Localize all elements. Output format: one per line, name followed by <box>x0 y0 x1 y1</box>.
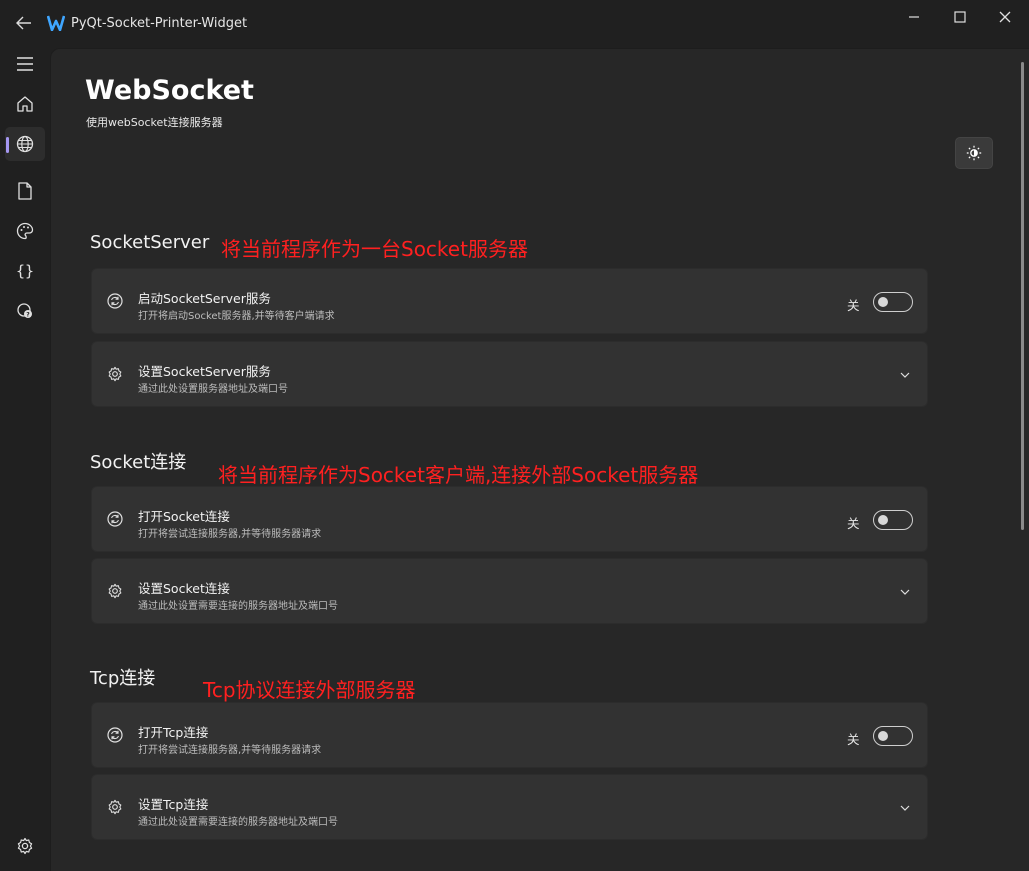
card-description: 打开将尝试连接服务器,并等待服务器请求 <box>138 745 322 756</box>
toggle-state-label: 关 <box>847 516 860 531</box>
maximize-icon[interactable] <box>944 6 976 28</box>
close-icon[interactable] <box>989 6 1021 28</box>
card-title: 打开Tcp连接 <box>138 725 209 740</box>
open-socket-toggle[interactable] <box>873 510 913 530</box>
section-title-socket-connection: Socket连接 <box>90 452 187 473</box>
nav-item-document[interactable] <box>5 174 45 208</box>
toggle-state-label: 关 <box>847 732 860 747</box>
chevron-down-icon[interactable] <box>898 801 912 815</box>
sync-icon <box>106 292 124 310</box>
nav-item-home[interactable] <box>5 87 45 121</box>
nav-item-websocket[interactable] <box>5 127 45 161</box>
section-annotation: 将当前程序作为一台Socket服务器 <box>221 237 528 261</box>
card-title: 设置SocketServer服务 <box>138 364 271 379</box>
toggle-state-label: 关 <box>847 298 860 313</box>
scrollbar[interactable] <box>1021 62 1024 530</box>
toggle-knob <box>878 297 888 307</box>
minimize-icon[interactable] <box>898 6 930 28</box>
setting-card-open-tcp: 打开Tcp连接 打开将尝试连接服务器,并等待服务器请求 关 <box>91 702 928 768</box>
section-title-tcp-connection: Tcp连接 <box>90 668 156 689</box>
card-title: 启动SocketServer服务 <box>138 291 271 306</box>
page-title: WebSocket <box>85 75 254 106</box>
setting-card-open-socket: 打开Socket连接 打开将尝试连接服务器,并等待服务器请求 关 <box>91 486 928 552</box>
card-description: 通过此处设置服务器地址及端口号 <box>138 384 288 395</box>
card-description: 通过此处设置需要连接的服务器地址及端口号 <box>138 601 338 612</box>
sync-icon <box>106 510 124 528</box>
nav-active-indicator <box>6 137 9 153</box>
settings-icon <box>17 837 33 855</box>
chat-help-icon: ? <box>17 303 32 319</box>
nav-item-settings[interactable] <box>5 829 45 863</box>
theme-toggle-button[interactable] <box>955 137 993 169</box>
code-braces-icon: {} <box>16 262 34 280</box>
home-icon <box>17 96 33 112</box>
toggle-knob <box>878 515 888 525</box>
sync-icon <box>106 726 124 744</box>
section-annotation: 将当前程序作为Socket客户端,连接外部Socket服务器 <box>218 463 699 487</box>
svg-text:?: ? <box>26 312 30 319</box>
chevron-down-icon[interactable] <box>898 368 912 382</box>
open-tcp-toggle[interactable] <box>873 726 913 746</box>
setting-card-server-settings[interactable]: 设置SocketServer服务 通过此处设置服务器地址及端口号 <box>91 341 928 407</box>
card-description: 打开将启动Socket服务器,并等待客户端请求 <box>138 311 335 322</box>
setting-card-start-server: 启动SocketServer服务 打开将启动Socket服务器,并等待客户端请求… <box>91 268 928 334</box>
palette-icon <box>16 222 34 240</box>
window-title: PyQt-Socket-Printer-Widget <box>71 16 248 31</box>
back-arrow-icon[interactable] <box>13 12 35 34</box>
title-bar: PyQt-Socket-Printer-Widget <box>0 0 1029 48</box>
chevron-down-icon[interactable] <box>898 585 912 599</box>
setting-card-socket-settings[interactable]: 设置Socket连接 通过此处设置需要连接的服务器地址及端口号 <box>91 558 928 624</box>
card-description: 打开将尝试连接服务器,并等待服务器请求 <box>138 529 322 540</box>
globe-icon <box>16 135 34 153</box>
document-icon <box>18 182 32 200</box>
start-server-toggle[interactable] <box>873 292 913 312</box>
card-title: 打开Socket连接 <box>138 509 230 524</box>
toggle-knob <box>878 731 888 741</box>
card-description: 通过此处设置需要连接的服务器地址及端口号 <box>138 817 338 828</box>
nav-item-help[interactable]: ? <box>5 294 45 328</box>
gear-icon <box>106 798 124 816</box>
card-title: 设置Tcp连接 <box>138 797 209 812</box>
menu-icon[interactable] <box>5 47 45 81</box>
page-subtitle: 使用webSocket连接服务器 <box>86 116 223 129</box>
gear-icon <box>106 582 124 600</box>
section-title-socketserver: SocketServer <box>90 232 210 253</box>
svg-text:{}: {} <box>16 262 34 280</box>
app-logo-icon <box>46 15 66 32</box>
setting-card-tcp-settings[interactable]: 设置Tcp连接 通过此处设置需要连接的服务器地址及端口号 <box>91 774 928 840</box>
card-title: 设置Socket连接 <box>138 581 230 596</box>
gear-icon <box>106 365 124 383</box>
section-annotation: Tcp协议连接外部服务器 <box>203 678 416 702</box>
nav-item-palette[interactable] <box>5 214 45 248</box>
nav-item-code[interactable]: {} <box>5 254 45 288</box>
brightness-icon <box>966 145 982 161</box>
